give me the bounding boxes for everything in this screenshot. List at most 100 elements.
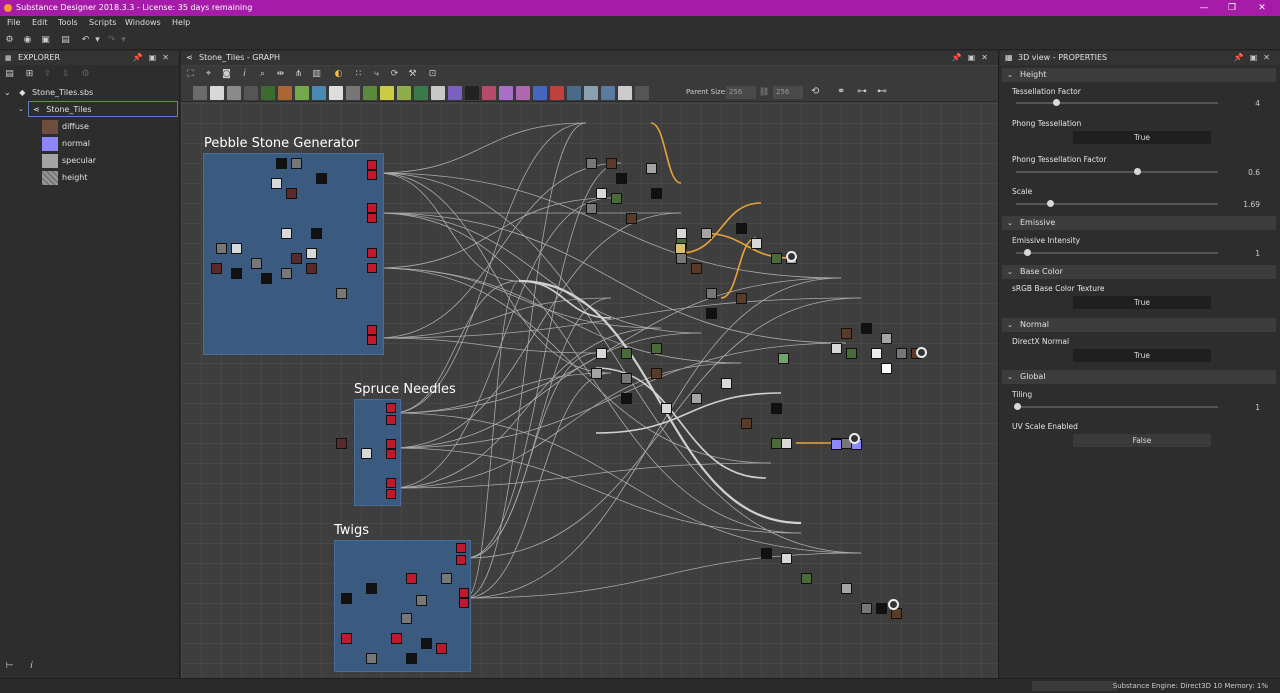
graph-node[interactable]	[386, 449, 396, 459]
menu-file[interactable]: File	[7, 18, 20, 27]
graph-node[interactable]	[586, 203, 597, 214]
output-node-icon[interactable]	[786, 251, 797, 262]
graph-node[interactable]	[651, 188, 662, 199]
slider-knob[interactable]	[1134, 168, 1141, 175]
graph-node[interactable]	[736, 223, 747, 234]
graph-node[interactable]	[421, 638, 432, 649]
maximize-icon[interactable]: ❐	[1218, 0, 1246, 16]
graph-node[interactable]	[896, 348, 907, 359]
graph-node[interactable]	[741, 418, 752, 429]
graph-node[interactable]	[367, 325, 377, 335]
graph-node[interactable]	[831, 343, 842, 354]
new-package-icon[interactable]: ⚙	[4, 35, 15, 46]
frame-selected-icon[interactable]: ⌖	[203, 69, 214, 80]
graph-node[interactable]	[691, 263, 702, 274]
graph-node[interactable]	[416, 595, 427, 606]
phong-tessellation-factor-value[interactable]: 0.6	[1248, 168, 1260, 177]
graph-node[interactable]	[367, 248, 377, 258]
scale-slider[interactable]	[1016, 200, 1218, 207]
emissive-intensity-value[interactable]: 1	[1255, 249, 1260, 258]
node-library-button[interactable]	[397, 86, 411, 100]
graph-node[interactable]	[751, 238, 762, 249]
graph-node[interactable]	[286, 188, 297, 199]
graph-node[interactable]	[861, 603, 872, 614]
node-pair-icon[interactable]: ⚭	[837, 86, 845, 97]
info-icon[interactable]: i	[26, 661, 37, 672]
python-icon[interactable]: ◐	[333, 69, 344, 80]
tree-package[interactable]: ⌄ ◆ Stone_Tiles.sbs	[4, 85, 174, 101]
graph-node[interactable]	[341, 593, 352, 604]
uv-scale-enabled-toggle[interactable]: False	[1073, 434, 1211, 447]
graph-node[interactable]	[367, 170, 377, 180]
export-graph-icon[interactable]: ⊡	[427, 69, 438, 80]
node-library-button[interactable]	[244, 86, 258, 100]
graph-node[interactable]	[386, 403, 396, 413]
graph-node[interactable]	[651, 343, 662, 354]
open-web-icon[interactable]: ◉	[22, 35, 33, 46]
node-library-button[interactable]	[584, 86, 598, 100]
node-library-button[interactable]	[210, 86, 224, 100]
tree-output-specular[interactable]: specular	[42, 153, 172, 169]
graph-node[interactable]	[701, 228, 712, 239]
hierarchy-layout-icon[interactable]: ⋔	[293, 69, 304, 80]
graph-node[interactable]	[841, 583, 852, 594]
graph-node[interactable]	[721, 378, 732, 389]
properties-panel-controls[interactable]: 📌▣✕	[1234, 51, 1276, 65]
node-library-button[interactable]	[635, 86, 649, 100]
redo-icon[interactable]: ↷	[106, 35, 117, 46]
node-library-button[interactable]	[329, 86, 343, 100]
graph-node[interactable]	[367, 335, 377, 345]
graph-node[interactable]	[366, 583, 377, 594]
graph-node[interactable]	[231, 268, 242, 279]
graph-node[interactable]	[841, 328, 852, 339]
node-library-button[interactable]	[499, 86, 513, 100]
graph-node[interactable]	[591, 368, 602, 379]
menu-scripts[interactable]: Scripts	[89, 18, 116, 27]
info-toggle-icon[interactable]: i	[239, 69, 250, 80]
graph-node[interactable]	[831, 439, 842, 450]
section-normal[interactable]: ⌄ Normal	[1002, 318, 1276, 332]
dots-icon[interactable]: ∷	[353, 69, 364, 80]
graph-node[interactable]	[306, 263, 317, 274]
node-library-button[interactable]	[380, 86, 394, 100]
graph-node[interactable]	[271, 178, 282, 189]
graph-node[interactable]	[626, 213, 637, 224]
graph-node[interactable]	[651, 368, 662, 379]
node-library-button[interactable]	[567, 86, 581, 100]
graph-node[interactable]	[281, 268, 292, 279]
screenshot-icon[interactable]: ◙	[221, 69, 232, 80]
graph-node[interactable]	[706, 288, 717, 299]
tiling-slider[interactable]	[1014, 403, 1218, 410]
node-library-button[interactable]	[465, 86, 479, 100]
graph-node[interactable]	[616, 173, 627, 184]
menu-edit[interactable]: Edit	[32, 18, 48, 27]
minimize-icon[interactable]: —	[1190, 0, 1218, 16]
graph-node[interactable]	[386, 439, 396, 449]
output-node-icon[interactable]	[849, 433, 860, 444]
tiling-value[interactable]: 1	[1255, 403, 1260, 412]
graph-node[interactable]	[771, 253, 782, 264]
link-icon[interactable]: ⤷	[371, 69, 382, 80]
size-select[interactable]: 256	[773, 86, 803, 99]
close-window-icon[interactable]: ✕	[1248, 0, 1276, 16]
node-library-button[interactable]	[295, 86, 309, 100]
export-icon[interactable]: ⇪	[42, 69, 53, 80]
graph-node[interactable]	[386, 489, 396, 499]
graph-node[interactable]	[216, 243, 227, 254]
graph-node[interactable]	[261, 273, 272, 284]
graph-node[interactable]	[281, 228, 292, 239]
graph-node[interactable]	[646, 163, 657, 174]
slider-knob[interactable]	[1014, 403, 1021, 410]
node-library-button[interactable]	[601, 86, 615, 100]
phong-tessellation-factor-slider[interactable]	[1016, 168, 1218, 175]
graph-node[interactable]	[459, 598, 469, 608]
graph-node[interactable]	[436, 643, 447, 654]
publish-icon[interactable]: ⇫	[60, 69, 71, 80]
output-node-icon[interactable]	[888, 599, 899, 610]
undo-dropdown-icon[interactable]: ▾	[92, 35, 103, 46]
graph-node[interactable]	[596, 348, 607, 359]
node-library-button[interactable]	[193, 86, 207, 100]
graph-node[interactable]	[316, 173, 327, 184]
graph-node[interactable]	[676, 253, 687, 264]
graph-node[interactable]	[596, 188, 607, 199]
